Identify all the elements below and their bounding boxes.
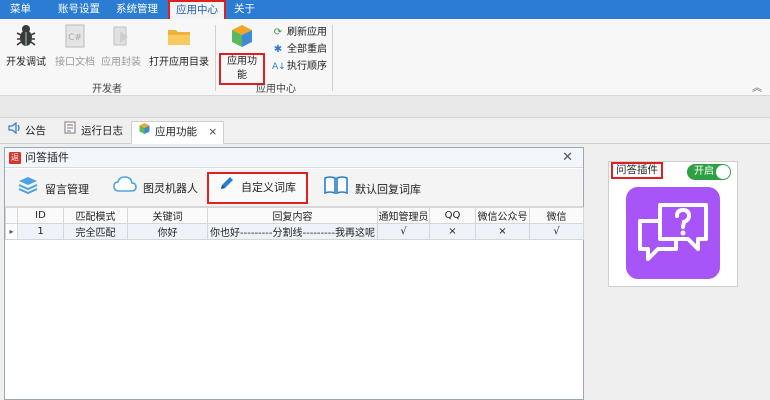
message-manage-label: 留言管理: [45, 183, 89, 196]
refresh-app-label: 刷新应用: [287, 27, 327, 38]
menu-item-system-management[interactable]: 系统管理: [110, 0, 164, 19]
default-reply-lexicon-button[interactable]: 默认回复词库: [319, 175, 425, 201]
bug-icon: [13, 23, 39, 49]
cell-match-mode[interactable]: 完全匹配: [63, 223, 128, 240]
cell-notify-admin[interactable]: √: [377, 223, 430, 240]
app-tile[interactable]: [626, 187, 720, 279]
column-header-keyword[interactable]: 关键词: [127, 207, 208, 224]
turing-robot-label: 图灵机器人: [143, 182, 198, 195]
package-icon: [108, 23, 134, 49]
speaker-icon: [8, 121, 22, 142]
cell-id[interactable]: 1: [17, 223, 64, 240]
chat-question-icon: [638, 203, 708, 261]
cube-icon: [138, 122, 152, 143]
toggle-label: 开启: [694, 166, 714, 177]
app-package-label: 应用封装: [101, 57, 141, 68]
toolbar-band: [0, 96, 770, 118]
restart-icon: ✱: [273, 44, 283, 55]
column-header-wechat-official[interactable]: 微信公众号: [475, 207, 530, 224]
grid-header-row: ID 匹配模式 关键词 回复内容 通知管理员 QQ 微信公众号 微信: [5, 207, 584, 224]
open-app-dir-button[interactable]: 打开应用目录: [148, 23, 210, 68]
sort-order-icon: A↓: [272, 62, 286, 72]
plugin-toolbar: 留言管理 图灵机器人 自定义词库 默认回复词库: [5, 169, 583, 207]
app-center-group-label: 应用中心: [256, 84, 296, 95]
toggle-knob: [716, 165, 730, 179]
debug-button-label: 开发调试: [6, 57, 46, 68]
cell-keyword[interactable]: 你好: [127, 223, 208, 240]
cell-qq[interactable]: ×: [429, 223, 476, 240]
menu-item-account-settings[interactable]: 账号设置: [52, 0, 106, 19]
enable-toggle[interactable]: 开启: [687, 164, 731, 180]
cube-icon: [229, 23, 255, 49]
message-manage-button[interactable]: 留言管理: [13, 175, 93, 201]
execution-order-button[interactable]: A↓执行顺序: [272, 59, 327, 75]
tab-close-icon[interactable]: ×: [208, 126, 217, 138]
window-title: 问答插件: [25, 151, 69, 164]
svg-text:C#: C#: [68, 33, 82, 43]
qa-plugin-window: 返 问答插件 ✕ 留言管理 图灵机器人 自定义词库 默认回复词库 ID 匹配模式…: [4, 147, 584, 400]
row-selector-icon[interactable]: ▸: [5, 223, 18, 240]
tab-app-function-label: 应用功能: [155, 126, 197, 138]
default-reply-lexicon-label: 默认回复词库: [355, 183, 421, 196]
turing-robot-button[interactable]: 图灵机器人: [109, 175, 202, 201]
book-icon: [323, 175, 349, 205]
menu-item-about[interactable]: 关于: [228, 0, 261, 19]
window-close-icon[interactable]: ✕: [562, 148, 573, 168]
restart-all-button[interactable]: ✱ 全部重启: [272, 42, 327, 58]
ribbon: 开发调试 C# 接口文档 应用封装 打开应用目录 开发者 应用功能 ⟳ 刷新应用 …: [0, 19, 770, 96]
ribbon-collapse-icon[interactable]: ︽: [752, 79, 762, 94]
app-package-button[interactable]: 应用封装: [100, 23, 142, 68]
app-function-button[interactable]: 应用功能: [219, 23, 265, 85]
log-icon: [64, 121, 78, 142]
open-app-dir-label: 打开应用目录: [149, 57, 209, 68]
column-header-match-mode[interactable]: 匹配模式: [63, 207, 128, 224]
window-app-icon: 返: [9, 152, 21, 164]
custom-lexicon-button[interactable]: 自定义词库: [207, 172, 308, 204]
ribbon-separator: [215, 25, 216, 91]
cell-wechat[interactable]: √: [529, 223, 584, 240]
column-header-qq[interactable]: QQ: [429, 207, 476, 224]
layers-icon: [17, 175, 39, 205]
table-row[interactable]: ▸ 1 完全匹配 你好 你也好---------分割线---------我再这呢…: [5, 223, 584, 240]
api-doc-label: 接口文档: [55, 57, 95, 68]
cell-wechat-official[interactable]: ×: [475, 223, 530, 240]
tab-announcement[interactable]: 公告: [2, 121, 52, 144]
restart-all-label: 全部重启: [287, 44, 327, 55]
menu-item-menu[interactable]: 菜单: [4, 0, 37, 19]
column-header-id[interactable]: ID: [17, 207, 64, 224]
window-titlebar[interactable]: 返 问答插件 ✕: [5, 148, 583, 168]
developer-group-label: 开发者: [92, 84, 122, 95]
tab-announcement-label: 公告: [25, 125, 46, 137]
qa-plugin-app-card[interactable]: 问答插件 开启: [608, 161, 738, 287]
cell-reply-content[interactable]: 你也好---------分割线---------我再这呢: [207, 223, 378, 240]
cloud-icon: [113, 175, 137, 203]
tab-run-log[interactable]: 运行日志: [58, 121, 129, 144]
csharp-doc-icon: C#: [62, 23, 88, 49]
app-card-title: 问答插件: [611, 162, 663, 179]
column-header-reply-content[interactable]: 回复内容: [207, 207, 378, 224]
lexicon-grid: ID 匹配模式 关键词 回复内容 通知管理员 QQ 微信公众号 微信 ▸ 1 完…: [5, 207, 584, 240]
tab-app-function[interactable]: 应用功能 ×: [131, 121, 225, 144]
debug-button[interactable]: 开发调试: [6, 23, 46, 68]
tab-run-log-label: 运行日志: [81, 125, 123, 137]
document-tabs: 公告 运行日志 应用功能 ×: [0, 118, 770, 144]
execution-order-label: 执行顺序: [287, 61, 327, 72]
refresh-icon: ⟳: [273, 27, 283, 38]
grid-row-header-corner: [5, 207, 18, 224]
refresh-app-button[interactable]: ⟳ 刷新应用: [272, 25, 327, 41]
folder-icon: [166, 23, 192, 49]
column-header-notify-admin[interactable]: 通知管理员: [377, 207, 430, 224]
menu-item-app-center[interactable]: 应用中心: [168, 0, 226, 19]
custom-lexicon-label: 自定义词库: [241, 181, 296, 194]
menu-bar: 菜单 账号设置 系统管理 应用中心 关于: [0, 0, 770, 19]
column-header-wechat[interactable]: 微信: [529, 207, 584, 224]
ribbon-separator: [332, 25, 333, 91]
pencil-icon: [219, 174, 235, 202]
api-doc-button[interactable]: C# 接口文档: [54, 23, 96, 68]
